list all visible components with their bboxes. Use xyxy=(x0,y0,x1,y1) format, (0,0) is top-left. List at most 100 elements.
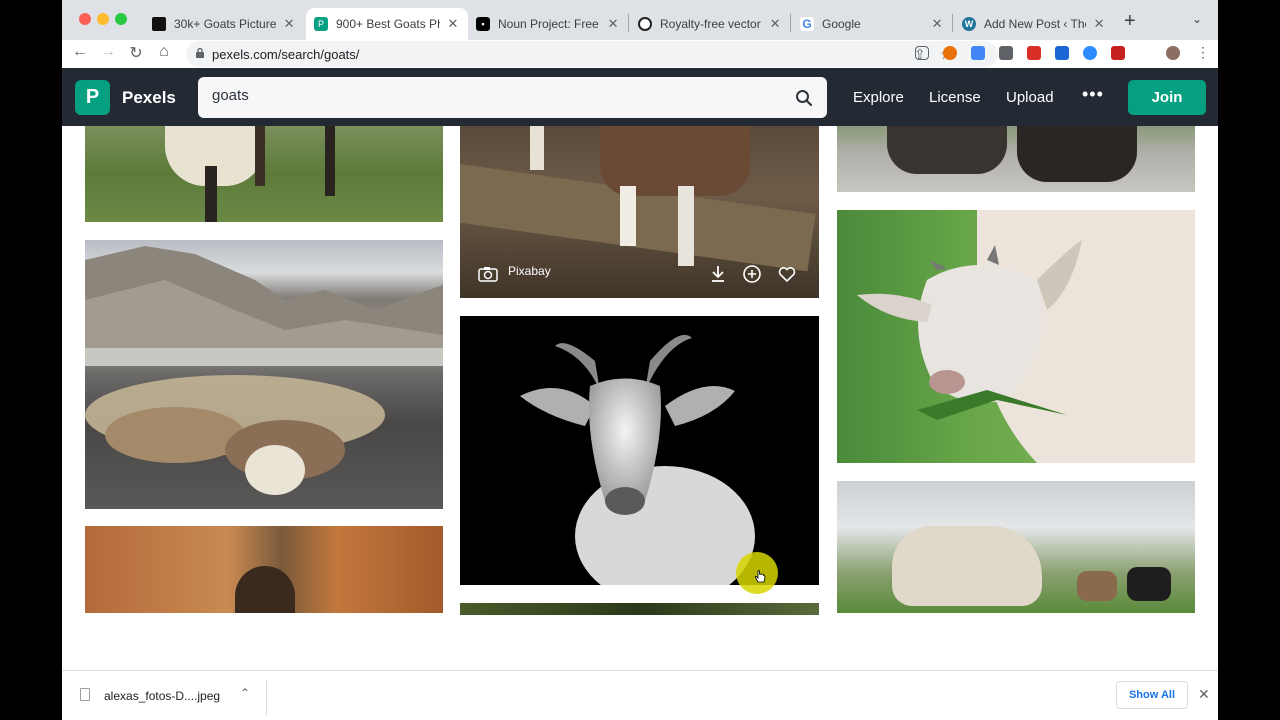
tab-noun-project[interactable]: ▪ Noun Project: Free Ic ✕ xyxy=(468,8,628,40)
photo-goats-grazing-field[interactable] xyxy=(837,481,1195,613)
tab-label: 30k+ Goats Pictures | xyxy=(174,17,277,31)
download-bar: alexas_fotos-D....jpeg ⌃ Show All ✕ xyxy=(62,670,1218,720)
close-tab-icon[interactable]: ✕ xyxy=(446,16,460,32)
tab-strip: 30k+ Goats Pictures | ✕ P 900+ Best Goat… xyxy=(62,0,1218,40)
tab-separator xyxy=(952,14,953,32)
photo-goats-resting[interactable] xyxy=(837,126,1195,192)
password-extension-icon[interactable] xyxy=(1055,46,1069,60)
browser-menu-icon[interactable]: ⋮ xyxy=(1196,44,1210,61)
unsplash-icon xyxy=(152,17,166,31)
hand-cursor-icon xyxy=(754,570,766,583)
photo-goat-on-log[interactable]: Pixabay xyxy=(460,126,819,298)
pexels-logo-icon[interactable]: P xyxy=(75,80,110,115)
pexels-icon: P xyxy=(314,17,328,31)
tab-label: 900+ Best Goats Pho xyxy=(336,17,440,31)
more-menu-icon[interactable]: ••• xyxy=(1082,84,1104,105)
grazing-goat xyxy=(857,210,1195,463)
maximize-window-button[interactable] xyxy=(115,13,127,25)
profile-avatar[interactable] xyxy=(1166,46,1180,60)
goat-head-shape xyxy=(235,566,295,613)
pexels-header: P Pexels Explore License Upload ••• Join xyxy=(62,68,1218,126)
goat-leg xyxy=(530,126,544,170)
goat-portrait xyxy=(520,334,755,585)
close-tab-icon[interactable]: ✕ xyxy=(768,16,782,32)
tab-wordpress[interactable]: W Add New Post ‹ The ✕ xyxy=(954,8,1114,40)
tab-unsplash[interactable]: 30k+ Goats Pictures | ✕ xyxy=(144,8,304,40)
search-box[interactable] xyxy=(198,77,827,118)
google-icon: G xyxy=(800,17,814,31)
lock-icon xyxy=(196,48,204,58)
photographer-camera-icon xyxy=(478,267,498,282)
join-button[interactable]: Join xyxy=(1128,80,1206,115)
download-separator xyxy=(266,679,267,715)
goat-leg xyxy=(325,126,335,196)
photographer-name[interactable]: Pixabay xyxy=(508,264,551,278)
address-bar[interactable]: pexels.com/search/goats/ ⇪ ☆ xyxy=(186,41,998,67)
goat-shape xyxy=(892,526,1042,606)
photo-white-goat-black-bg[interactable] xyxy=(460,316,819,585)
nav-explore[interactable]: Explore xyxy=(853,89,904,106)
tab-google[interactable]: G Google ✕ xyxy=(792,8,952,40)
tab-vector[interactable]: Royalty-free vector cl ✕ xyxy=(630,8,790,40)
pocket-extension-icon[interactable] xyxy=(915,46,929,60)
tab-separator xyxy=(790,14,791,32)
goat-shape xyxy=(1017,126,1137,182)
photo-goat-grass[interactable] xyxy=(85,126,443,222)
photo-goat-eating-grass[interactable] xyxy=(837,210,1195,463)
goat-leg xyxy=(620,186,636,246)
goat-leg xyxy=(205,166,217,222)
tab-label: Google xyxy=(822,17,861,31)
goat-leg xyxy=(255,126,265,186)
browser-toolbar: ← → ↻ ⌂ pexels.com/search/goats/ ⇪ ☆ ✱ ⋮ xyxy=(62,40,1218,100)
download-icon[interactable] xyxy=(710,265,726,283)
search-input[interactable] xyxy=(212,87,772,104)
tab-separator xyxy=(628,14,629,32)
nav-license[interactable]: License xyxy=(929,89,981,106)
tab-label: Royalty-free vector cl xyxy=(660,17,763,31)
nav-upload[interactable]: Upload xyxy=(1006,89,1054,106)
close-tab-icon[interactable]: ✕ xyxy=(1092,16,1106,32)
tab-search-chevron-icon[interactable]: ⌄ xyxy=(1192,12,1202,26)
photo-goat-herd-mountains[interactable] xyxy=(85,240,443,509)
show-all-button[interactable]: Show All xyxy=(1116,681,1188,709)
browser-window: 30k+ Goats Pictures | ✕ P 900+ Best Goat… xyxy=(62,0,1218,720)
tab-pexels[interactable]: P 900+ Best Goats Pho ✕ xyxy=(306,8,468,40)
tab-label: Add New Post ‹ The xyxy=(984,17,1087,31)
minimize-window-button[interactable] xyxy=(97,13,109,25)
pexels-brand-name[interactable]: Pexels xyxy=(122,88,176,108)
back-button[interactable]: ← xyxy=(70,43,90,61)
close-download-bar-icon[interactable]: ✕ xyxy=(1198,686,1210,703)
download-options-chevron-icon[interactable]: ⌃ xyxy=(240,686,250,700)
reload-button[interactable]: ↻ xyxy=(126,43,146,63)
url-text: pexels.com/search/goats/ xyxy=(212,47,360,62)
new-tab-button[interactable]: + xyxy=(1124,10,1136,33)
goat-shape xyxy=(1077,571,1117,601)
extension-grey-icon[interactable] xyxy=(999,46,1013,60)
forward-button[interactable]: → xyxy=(98,43,118,61)
like-heart-icon[interactable] xyxy=(778,266,796,283)
close-tab-icon[interactable]: ✕ xyxy=(930,16,944,32)
photo-goats-fighting[interactable] xyxy=(85,526,443,613)
noun-project-icon: ▪ xyxy=(476,17,490,31)
search-icon[interactable] xyxy=(795,89,813,107)
home-button[interactable]: ⌂ xyxy=(154,43,174,61)
add-to-collection-icon[interactable] xyxy=(743,265,761,283)
goat-shape xyxy=(887,126,1007,174)
mountain-scene xyxy=(85,246,443,495)
file-icon xyxy=(80,688,90,701)
close-tab-icon[interactable]: ✕ xyxy=(606,16,620,32)
close-tab-icon[interactable]: ✕ xyxy=(282,16,296,32)
extension-dark-red-icon[interactable] xyxy=(1111,46,1125,60)
zoom-extension-icon[interactable] xyxy=(1083,46,1097,60)
photo-partial-bottom[interactable] xyxy=(460,603,819,615)
download-file-name[interactable]: alexas_fotos-D....jpeg xyxy=(104,689,220,703)
docs-extension-icon[interactable] xyxy=(971,46,985,60)
close-window-button[interactable] xyxy=(79,13,91,25)
photo-gallery: Pixabay xyxy=(62,126,1218,670)
goat-leg xyxy=(678,186,694,266)
extension-red-icon[interactable] xyxy=(1027,46,1041,60)
wordpress-icon: W xyxy=(962,17,976,31)
extension-orange-icon[interactable] xyxy=(943,46,957,60)
vector-site-icon xyxy=(638,17,652,31)
goat-shape xyxy=(1127,567,1171,601)
